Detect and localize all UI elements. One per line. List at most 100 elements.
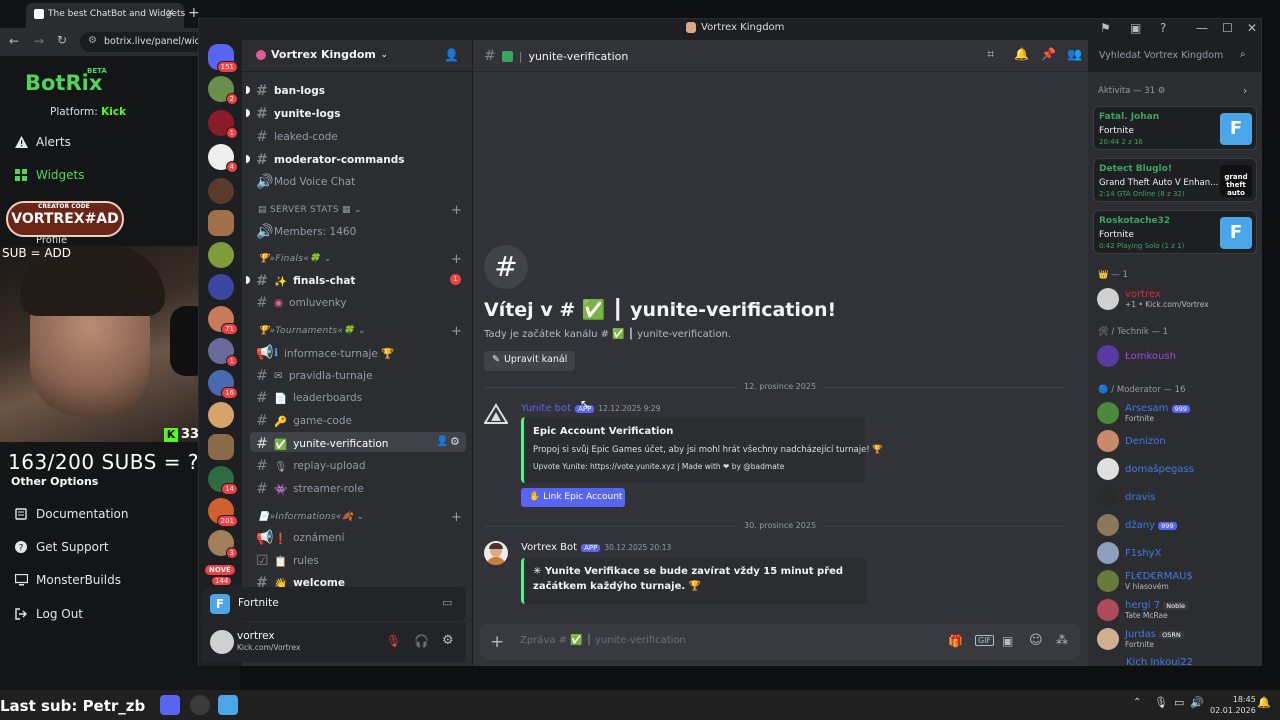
activity-card[interactable]: Roskotache32 Fortnite 0:42 Playing Solo … (1093, 210, 1257, 254)
discord-taskbar-icon[interactable] (160, 695, 180, 715)
site-settings-icon[interactable]: ⚙ (88, 35, 97, 46)
activity-card[interactable]: Fatal. Johan Fortnite 20:44 2 z 16 F (1093, 106, 1257, 150)
chevron-up-icon[interactable]: ⌃ (1133, 697, 1141, 708)
channel-game-code[interactable]: # 🔑 game-code (256, 413, 352, 429)
server-icon[interactable]: 1 (208, 110, 238, 139)
message-input[interactable]: + Zpráva # ✅ ┃ yunite-verification 🎁 GIF… (480, 624, 1080, 660)
member-item[interactable]: FL€D€RMAU$ V hlasovém (1097, 570, 1193, 592)
fortnite-taskbar-icon[interactable] (218, 695, 238, 715)
member-item[interactable]: Kich Inkoui22 (1126, 657, 1193, 666)
stream-icon[interactable]: ▭ (442, 596, 452, 609)
activity-bar[interactable]: F Fortnite ▭ (202, 587, 466, 621)
member-item[interactable]: Łomkoush (1097, 345, 1176, 367)
member-item[interactable]: Denizon (1097, 430, 1166, 452)
category-informations[interactable]: 📄»Informations«🍂 ⌄ (258, 512, 364, 522)
clock[interactable]: 18:45 02.01.2026 (1210, 694, 1256, 716)
sticker-icon[interactable]: ▣ (1002, 634, 1013, 648)
mute-mic-icon[interactable]: 🎙 (386, 634, 401, 648)
yunite-avatar[interactable] (483, 403, 509, 427)
notification-bell-icon[interactable]: 🔔 (1257, 696, 1271, 709)
member-item[interactable]: Arsesam 999 Fortnite (1097, 402, 1191, 424)
apps-icon[interactable]: ⁂ (1056, 633, 1068, 647)
channel-members-count[interactable]: 🔊 Members: 1460 (256, 224, 356, 240)
channel-mod-voice-chat[interactable]: 🔊 Mod Voice Chat (256, 174, 355, 190)
add-channel-icon[interactable]: + (451, 203, 462, 218)
channel-leaderboards[interactable]: # 📄 leaderboards (256, 390, 362, 406)
close-icon[interactable]: ✕ (1247, 21, 1257, 35)
server-icon[interactable]: 2 (208, 76, 238, 105)
inbox-icon[interactable]: ▣ (1130, 21, 1141, 35)
maximize-icon[interactable]: ☐ (1222, 21, 1233, 35)
channel-ban-logs[interactable]: # ban-logs (256, 83, 325, 99)
member-item[interactable]: vortrex +1 • Kick.com/Vortrex (1097, 288, 1209, 310)
microphone-icon[interactable]: 🎙 (1154, 696, 1168, 709)
category-tournaments[interactable]: 🏆»Tournaments«🍀 ⌄ (258, 326, 366, 336)
channel-leaked-code[interactable]: # leaked-code (256, 129, 338, 145)
network-icon[interactable]: ▭ (1174, 696, 1184, 709)
server-icon[interactable] (208, 178, 234, 204)
pin-icon[interactable]: 📌 (1041, 47, 1056, 61)
browser-tab[interactable]: The best ChatBot and Widgets (26, 3, 185, 28)
channel-yunite-logs[interactable]: # yunite-logs (256, 106, 340, 122)
close-tab-icon[interactable]: ✕ (166, 8, 174, 19)
member-item[interactable]: Jurdas OSRN Fortnite (1097, 628, 1184, 650)
member-item[interactable]: domašpegass (1097, 458, 1194, 480)
gift-icon[interactable]: 🎁 (948, 634, 963, 648)
app-taskbar-icon[interactable] (190, 695, 210, 715)
member-item[interactable]: dravis (1097, 486, 1156, 508)
activity-card[interactable]: Detect Bluglo! Grand Theft Auto V Enhan.… (1093, 158, 1257, 202)
channel-moderator-commands[interactable]: # moderator-commands (256, 152, 404, 168)
category-server-stats[interactable]: ▤ SERVER STATS ▦ ⌄ (258, 205, 362, 215)
server-icon[interactable]: 4 (208, 144, 238, 173)
flag-icon[interactable]: ⚑ (1100, 21, 1111, 35)
server-header[interactable]: Vortrex Kingdom ⌄ (256, 48, 388, 61)
server-icon[interactable] (208, 402, 234, 428)
server-icon[interactable] (208, 274, 234, 300)
forward-arrow-icon[interactable]: → (34, 34, 44, 48)
user-settings-gear-icon[interactable]: ⚙ (442, 633, 454, 648)
channel-yunite-verification[interactable]: # ✅ yunite-verification (256, 436, 388, 452)
invite-icon[interactable]: 👤 (444, 48, 459, 62)
volume-icon[interactable]: 🔊 (1190, 696, 1204, 709)
nav-widgets[interactable]: Widgets (14, 168, 85, 182)
channel-rules[interactable]: ☑ 📋 rules (256, 553, 319, 569)
member-item[interactable]: hergi 7 Noble Tate McRae (1097, 599, 1189, 621)
vortrex-bot-avatar[interactable] (484, 541, 508, 565)
edit-channel-button[interactable]: ✎ Upravit kanál (484, 351, 576, 371)
server-icon[interactable] (208, 210, 234, 236)
category-finals[interactable]: 🏆»Finals«🍀 ⌄ (258, 254, 332, 264)
nav-log-out[interactable]: Log Out (14, 607, 83, 621)
server-icon[interactable]: 14 (208, 466, 238, 495)
nav-documentation[interactable]: Documentation (14, 507, 129, 521)
minimize-icon[interactable]: — (1196, 21, 1208, 35)
channel-streamer-role[interactable]: # 👾 streamer-role (256, 481, 364, 497)
chevron-right-icon[interactable]: › (1243, 84, 1247, 97)
gif-icon[interactable]: GIF (975, 635, 995, 646)
back-arrow-icon[interactable]: ← (9, 34, 19, 48)
server-icon[interactable]: 16 (208, 370, 238, 399)
channel-oznameni[interactable]: 📢 ❗ oznámení (256, 530, 344, 546)
link-epic-account-button[interactable]: ✋ Link Epic Account (521, 488, 625, 507)
gear-icon[interactable]: ⚙ (450, 435, 460, 448)
search-input[interactable]: Vyhledat Vortrex Kingdom ⌕ (1093, 46, 1255, 66)
channel-replay-upload[interactable]: # 🎙 replay-upload (256, 458, 365, 474)
nav-monsterbuilds[interactable]: MonsterBuilds (14, 573, 121, 587)
bell-icon[interactable]: 🔔 (1014, 47, 1029, 61)
server-icon[interactable]: 3 (208, 530, 238, 559)
add-channel-icon[interactable]: + (451, 252, 462, 267)
invite-icon[interactable]: 👤 (436, 436, 448, 447)
nav-get-support[interactable]: ? Get Support (14, 540, 109, 554)
server-icon[interactable]: 1 (208, 338, 238, 367)
help-icon[interactable]: ? (1160, 21, 1166, 35)
channel-finals-chat[interactable]: # ✨ finals-chat (256, 273, 355, 289)
message-author[interactable]: Vortrex Bot (521, 542, 577, 553)
member-item[interactable]: džany 999 (1097, 514, 1177, 536)
add-channel-icon[interactable]: + (451, 510, 462, 525)
nav-alerts[interactable]: Alerts (14, 135, 71, 149)
deafen-icon[interactable]: 🎧 (414, 634, 429, 648)
avatar[interactable] (210, 630, 234, 654)
add-channel-icon[interactable]: + (451, 324, 462, 339)
threads-icon[interactable]: ⌗ (987, 47, 994, 62)
server-icon[interactable] (208, 242, 234, 268)
member-item[interactable]: F1shyX (1097, 542, 1161, 564)
